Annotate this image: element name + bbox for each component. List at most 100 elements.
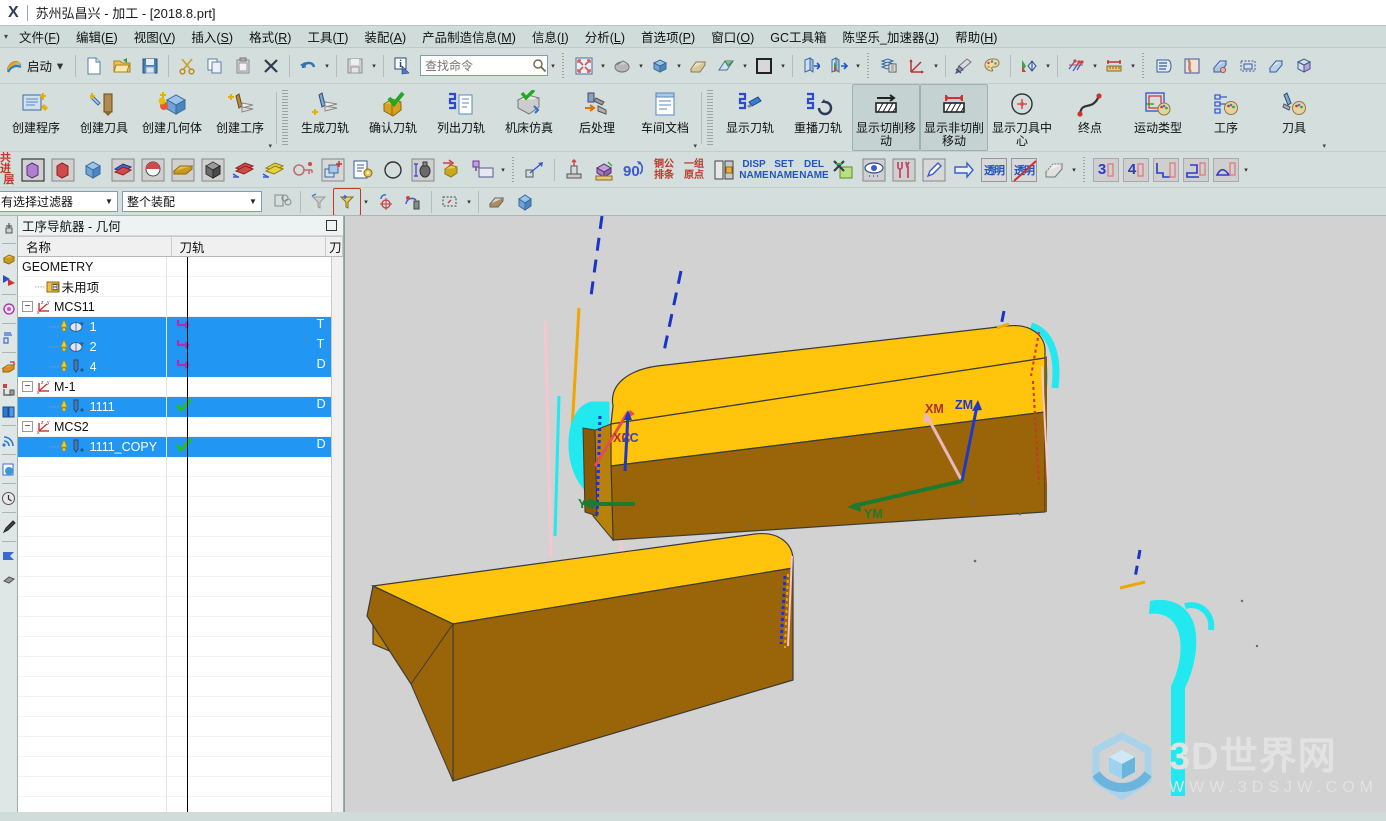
key-hole-button[interactable] (288, 155, 318, 185)
gray-cube-button[interactable] (198, 155, 228, 185)
move-yellow-sheet-button[interactable] (258, 155, 288, 185)
highlight-face-button[interactable] (483, 188, 511, 215)
table-row[interactable]: ···· 1111 D (18, 396, 331, 417)
orient-chevron-icon[interactable]: ▾ (674, 62, 684, 70)
blue-cube-button[interactable] (78, 155, 108, 185)
tree-node-name-cell[interactable]: ···· 1 (18, 316, 166, 337)
delete-button[interactable] (257, 52, 285, 80)
datum-pin-button[interactable] (408, 155, 438, 185)
table-row[interactable]: GEOMETRY (18, 257, 331, 277)
resource-item-operation-navigator[interactable] (1, 356, 17, 378)
tree-node-name-cell[interactable]: ···· 1111 (18, 396, 166, 417)
menu-item-7[interactable]: 产品制造信息(M) (414, 25, 524, 48)
layer-4-button[interactable]: 4 (1121, 155, 1151, 185)
menu-item-12[interactable]: GC工具箱 (762, 25, 834, 48)
toolbar-gripper-1[interactable] (561, 52, 568, 79)
wcs-display-button[interactable] (903, 52, 931, 80)
resource-item-process-studio[interactable] (1, 545, 17, 567)
menu-item-11[interactable]: 窗口(O) (703, 25, 762, 48)
ribbon-group-expander-icon[interactable]: ▾ (1322, 142, 1326, 150)
table-row[interactable]: ···· 1 T (18, 316, 331, 337)
menu-item-9[interactable]: 分析(L) (577, 25, 633, 48)
resource-item-assembly-navigator[interactable] (1, 218, 17, 240)
navigator-vertical-scrollbar[interactable] (331, 257, 343, 812)
find-command-input[interactable] (421, 57, 533, 74)
rotate-90-button[interactable]: 90 (619, 155, 649, 185)
toolbar-gripper-3[interactable] (1141, 52, 1148, 79)
chevron-down-icon[interactable]: ▼ (101, 197, 117, 206)
measure-distance-button[interactable] (1100, 52, 1128, 80)
render-style-button[interactable] (950, 52, 978, 80)
select-group-button[interactable] (268, 188, 296, 215)
navigator-maximize-icon[interactable] (326, 220, 337, 231)
tree-node-name-cell[interactable]: ···· 4 (18, 356, 166, 377)
show-cut-moves-button[interactable]: 显示切削移动 (852, 84, 920, 151)
create-geometry-button[interactable]: 创建几何体 (138, 84, 206, 151)
tools-wrench-button[interactable] (889, 155, 919, 185)
table-row[interactable]: − z y x MCS11 (18, 296, 331, 317)
analysis-tools-button[interactable] (1062, 52, 1090, 80)
snap-tool-button[interactable] (399, 188, 427, 215)
new-file-button[interactable] (80, 52, 108, 80)
table-row[interactable]: ···· 4 D (18, 356, 331, 377)
tree-expander-icon[interactable]: − (22, 421, 33, 432)
orient-view-button[interactable] (646, 52, 674, 80)
hide-green-button[interactable] (829, 155, 859, 185)
verify-toolpath-button[interactable]: 确认刀轨 (359, 84, 427, 151)
info-button[interactable]: i (388, 52, 416, 80)
ribbon-gripper-2[interactable] (707, 89, 713, 146)
resource-item-web-browser[interactable] (1, 429, 17, 451)
table-row[interactable]: ···· 目未用项 (18, 276, 331, 297)
show-red-box-button[interactable] (48, 155, 78, 185)
show-eye-button[interactable] (859, 155, 889, 185)
resource-item-constraint-navigator[interactable] (1, 269, 17, 291)
move-red-sheet-button[interactable] (228, 155, 258, 185)
tree-node-name-cell[interactable]: − z y x MCS2 (18, 417, 166, 437)
properties-gear-button[interactable] (348, 155, 378, 185)
find-command-box[interactable] (420, 55, 549, 76)
machine-simulation-button[interactable]: 机床仿真 (495, 84, 563, 151)
menu-item-3[interactable]: 插入(S) (183, 25, 241, 48)
group-origin-button[interactable]: 一组 原点 (679, 155, 709, 185)
replay-toolpath-button[interactable]: 重播刀轨 (784, 84, 852, 151)
resource-item-reuse-library[interactable] (1, 298, 17, 320)
shell-chevron-icon[interactable]: ▾ (1069, 166, 1079, 174)
select-solid-button[interactable] (511, 188, 539, 215)
snap-chevron-icon[interactable]: ▾ (361, 198, 371, 206)
show-tool-center-button[interactable]: 显示刀具中心 (988, 84, 1056, 151)
column-header-tool[interactable]: 刀 (326, 237, 343, 256)
gold-slab-button[interactable] (168, 155, 198, 185)
layer-base-button[interactable] (1181, 155, 1211, 185)
resource-item-part-navigator[interactable] (1, 247, 17, 269)
tree-expander-icon[interactable]: − (22, 381, 33, 392)
resource-item-system-scene[interactable] (1, 567, 17, 589)
copper-row-button[interactable]: 铜公 排条 (649, 155, 679, 185)
ribbon-gripper-1[interactable] (282, 89, 288, 146)
menu-item-14[interactable]: 帮助(H) (947, 25, 1005, 48)
navigator-tree[interactable]: GEOMETRY ···· 目未用项 − z y x MCS11 ···· 1 T ···· 2 T ···… (18, 257, 331, 812)
resource-item-machine-tool-view[interactable] (1, 378, 17, 400)
section-view-button[interactable] (825, 52, 853, 80)
copy-button[interactable] (201, 52, 229, 80)
transparent-off-button[interactable]: 透明 (1009, 155, 1039, 185)
graphics-viewport[interactable]: XM ZM YM XC ZC YC 3D世界网 WWW.3DSJW.COM (344, 216, 1386, 812)
save-as-button[interactable] (341, 52, 369, 80)
open-file-button[interactable] (108, 52, 136, 80)
undo-button[interactable] (294, 52, 322, 80)
shell-face-button[interactable] (1039, 155, 1069, 185)
chevron-down-icon[interactable]: ▼ (245, 197, 261, 206)
motion-type-button[interactable]: 运动类型 (1124, 84, 1192, 151)
layer-settings-button[interactable] (875, 52, 903, 80)
section-plane-button[interactable] (797, 52, 825, 80)
menu-item-6[interactable]: 装配(A) (356, 25, 414, 48)
tree-node-name-cell[interactable]: − z y x MCS11 (18, 297, 166, 317)
menu-item-2[interactable]: 视图(V) (126, 25, 184, 48)
arrow-right-button[interactable] (949, 155, 979, 185)
show-purple-box-button[interactable] (18, 155, 48, 185)
thickness-analysis-button[interactable] (1262, 52, 1290, 80)
vector-arrow-button[interactable] (520, 155, 550, 185)
set-name-button[interactable]: SET NAME (769, 155, 799, 185)
resource-item-history[interactable] (1, 487, 17, 509)
visual-compare-button[interactable] (1015, 52, 1043, 80)
layer-shortcut-label[interactable]: 共进 层 (0, 153, 18, 186)
